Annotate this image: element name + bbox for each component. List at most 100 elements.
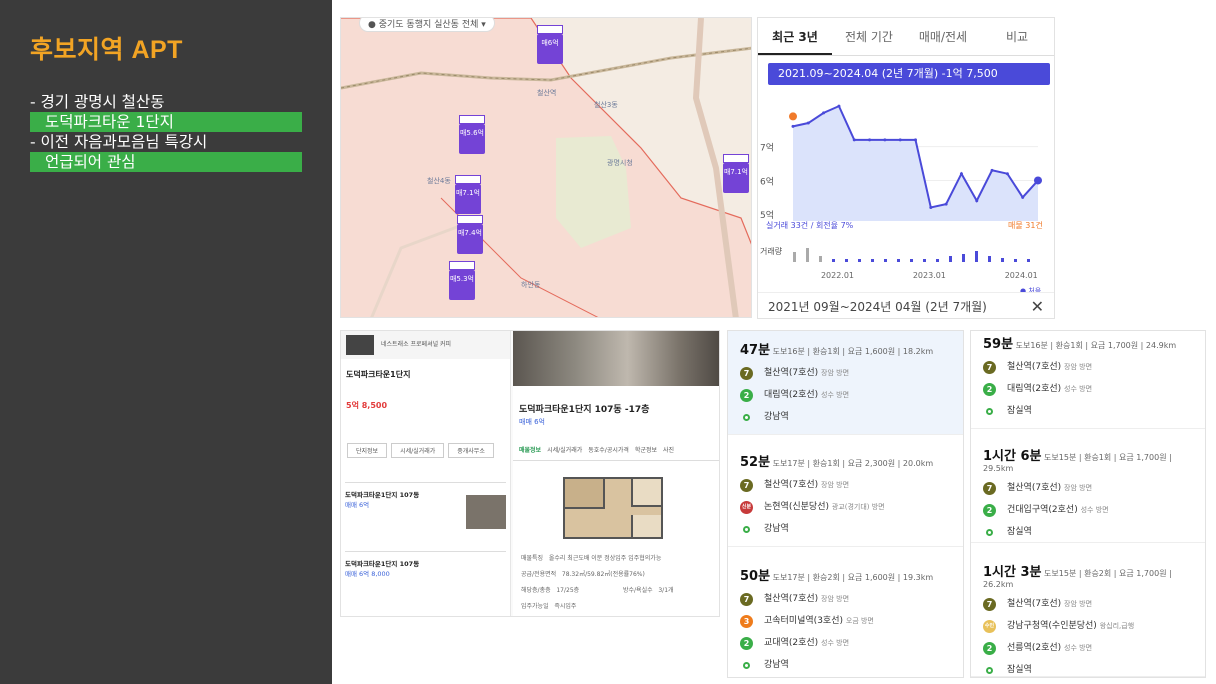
ad-thumb — [346, 335, 374, 355]
line-badge-icon: 수인 — [983, 620, 996, 633]
route-station: 강남역 — [728, 518, 963, 540]
route-stops: 7 철산역(7호선) 장암 방면 신분 논현역(신분당선) 광교(경기대) 방면 강남역 — [728, 474, 963, 540]
price-pin[interactable]: 매6억 — [537, 25, 563, 64]
route-option[interactable]: 1시간 6분 도보15분 | 환승1회 | 요금 1,700원 | 29.5km… — [971, 437, 1205, 543]
close-icon[interactable]: ✕ — [1031, 293, 1044, 318]
line-badge-icon: 7 — [983, 482, 996, 495]
route-summary: 1시간 6분 도보15분 | 환승1회 | 요금 1,700원 | 29.5km — [983, 449, 1172, 473]
detail-price: 매매 6억 — [519, 418, 545, 426]
volume-bar — [936, 259, 939, 262]
complex-info-button[interactable]: 단지정보 — [347, 443, 388, 458]
route-station: 신분 논현역(신분당선) 광교(경기대) 방면 — [740, 501, 885, 514]
line-badge-icon: 7 — [983, 361, 996, 374]
complex-name: 도덕파크타운1단지 — [346, 370, 411, 379]
route-option[interactable]: 52분 도보17분 | 환승1회 | 요금 2,300원 | 20.0km 7 철산… — [728, 443, 963, 547]
volume-bar — [962, 254, 965, 262]
note-item: - 경기 광명시 철산동 도덕파크타운 1단지 — [30, 92, 302, 132]
price-point — [898, 138, 902, 142]
line-badge-icon — [986, 408, 993, 415]
map-label: 광명시청 — [607, 159, 633, 167]
map-filter-chips[interactable]: ● 중기도 동행지 실산동 전체 ▾ — [359, 18, 495, 32]
chart-tabs: 최근 3년 전체 기간 매매/전세 비교 — [758, 18, 1054, 56]
route-option[interactable]: 59분 도보16분 | 환승1회 | 요금 1,700원 | 24.9km 7 철산… — [971, 331, 1205, 429]
y-tick-label: 7억 — [760, 142, 774, 154]
route-list-left: 47분 도보16분 | 환승1회 | 요금 1,600원 | 18.2km 7 철산… — [727, 330, 964, 678]
line-badge-icon: 7 — [740, 367, 753, 380]
agent-button[interactable]: 중개사무소 — [448, 443, 494, 458]
price-point — [852, 138, 856, 142]
tab-school[interactable]: 학군정보 — [635, 445, 657, 454]
listing-header: 네스트래소 프로페셔널 커피 — [341, 331, 510, 359]
listing-item[interactable]: 도덕파크타운1단지 107동 매매 6억 8,000 — [345, 551, 506, 578]
detail-row: 방수/욕실수 3/1개 — [623, 587, 674, 594]
route-station: 2 선릉역(2호선) 성수 방면 — [971, 637, 1205, 659]
detail-row: 해당층/총층 17/25층 — [521, 587, 580, 594]
route-stops: 7 철산역(7호선) 장암 방면 수인 강남구청역(수인분당선) 왕십리,급행 2 선릉역… — [971, 593, 1205, 677]
tab-sale-rent[interactable]: 매매/전세 — [906, 18, 980, 55]
chart-footer: 2021년 09월~2024년 04월 (2년 7개월) ✕ — [758, 292, 1054, 318]
route-station: 잠실역 — [971, 521, 1205, 543]
route-station: 7 철산역(7호선) 장암 방면 — [971, 477, 1205, 499]
route-station: 7 철산역(7호선) 장암 방면 — [971, 356, 1205, 378]
price-point — [944, 202, 948, 206]
price-pin[interactable]: 매5.6억 — [459, 115, 485, 154]
volume-bar — [923, 259, 926, 262]
floor-plan[interactable] — [563, 477, 663, 539]
x-tick-label: 2022.01 — [821, 271, 854, 280]
price-pin[interactable]: 매7.1억 — [455, 175, 481, 214]
volume-bar — [988, 256, 991, 262]
line-badge-icon — [986, 667, 993, 674]
map-label: 철산역 — [537, 89, 557, 97]
listing-detail: 도덕파크타운1단지 107동 -17층 매매 6억 매물정보 시세/실거래가 동… — [513, 331, 719, 616]
tab-recent-3y[interactable]: 최근 3년 — [758, 18, 832, 55]
listing-thumb — [466, 495, 506, 529]
price-point — [914, 138, 917, 142]
line-badge-icon: 7 — [740, 479, 753, 492]
volume-bar — [845, 259, 848, 262]
price-history-button[interactable]: 시세/실거래가 — [391, 443, 445, 458]
route-stops: 7 철산역(7호선) 장암 방면 2 건대입구역(2호선) 성수 방면 잠실역 — [971, 477, 1205, 543]
route-stops: 7 철산역(7호선) 장암 방면 3 고속터미널역(3호선) 오금 방면 2 교대역(2호… — [728, 588, 963, 676]
price-line-chart[interactable]: 7억 6억 5억실거래 33건 / 회전율 7% 매물 31건거래량 2022.01 20… — [758, 56, 1055, 292]
period-label: 2021년 09월~2024년 04월 (2년 7개월) — [768, 300, 987, 314]
tab-all-period[interactable]: 전체 기간 — [832, 18, 906, 55]
note-item: - 이전 자음과모음님 특강시 언급되어 관심 — [30, 132, 302, 172]
listing-sidebar: 네스트래소 프로페셔널 커피 도덕파크타운1단지 5억 8,500 단지정보 시세… — [341, 331, 511, 616]
notes-list: - 경기 광명시 철산동 도덕파크타운 1단지 - 이전 자음과모음님 특강시 언급… — [30, 92, 302, 172]
price-pin[interactable]: 매7.1억 — [723, 154, 749, 193]
map-label: 철산3동 — [594, 101, 618, 109]
route-stops: 7 철산역(7호선) 장암 방면 2 대림역(2호선) 성수 방면 강남역 — [728, 362, 963, 428]
price-point — [806, 121, 810, 125]
volume-bar — [819, 256, 822, 262]
tab-photos[interactable]: 사진 — [663, 445, 674, 454]
map-label: 하안동 — [521, 281, 541, 289]
price-point — [837, 104, 841, 108]
line-badge-icon — [743, 414, 750, 421]
price-chart-panel: 최근 3년 전체 기간 매매/전세 비교 2021.09~2024.04 (2년… — [757, 17, 1055, 319]
price-point — [990, 168, 994, 172]
stat-trades: 실거래 33건 / 회전율 7% — [766, 220, 854, 230]
route-option[interactable]: 47분 도보16분 | 환승1회 | 요금 1,600원 | 18.2km 7 철산… — [728, 331, 963, 435]
price-pin[interactable]: 매5.3억 — [449, 261, 475, 300]
detail-row: 매물특징 올수리 최근도배 이분 정상입주 입주협의가능 — [521, 555, 662, 562]
tab-unit-price[interactable]: 동호수/공시가격 — [588, 445, 629, 454]
x-tick-label: 2024.01 — [1005, 271, 1038, 280]
listing-photo[interactable] — [513, 331, 719, 386]
route-option[interactable]: 50분 도보17분 | 환승2회 | 요금 1,600원 | 19.3km 7 철산… — [728, 557, 963, 677]
listing-item[interactable]: 도덕파크타운1단지 107동 매매 6억 — [345, 482, 506, 529]
line-badge-icon: 2 — [983, 383, 996, 396]
listing-panel: 네스트래소 프로페셔널 커피 도덕파크타운1단지 5억 8,500 단지정보 시세… — [340, 330, 720, 617]
tab-listing-info[interactable]: 매물정보 — [519, 445, 541, 454]
tab-price-history[interactable]: 시세/실거래가 — [547, 445, 582, 454]
price-pin[interactable]: 매7.4억 — [457, 215, 483, 254]
price-point — [1005, 172, 1009, 176]
tab-compare[interactable]: 비교 — [980, 18, 1054, 55]
line-badge-icon: 신분 — [740, 501, 753, 514]
line-badge-icon: 7 — [983, 598, 996, 611]
map-panel[interactable]: ● 중기도 동행지 실산동 전체 ▾ 매6억 매5.6억 매7.1억 매7.4억… — [340, 17, 752, 318]
route-option[interactable]: 1시간 3분 도보15분 | 환승2회 | 요금 1,700원 | 26.2km… — [971, 553, 1205, 677]
route-summary: 47분 도보16분 | 환승1회 | 요금 1,600원 | 18.2km — [740, 343, 934, 358]
volume-bar — [806, 248, 809, 262]
route-station: 강남역 — [728, 654, 963, 676]
price-point — [959, 172, 963, 176]
